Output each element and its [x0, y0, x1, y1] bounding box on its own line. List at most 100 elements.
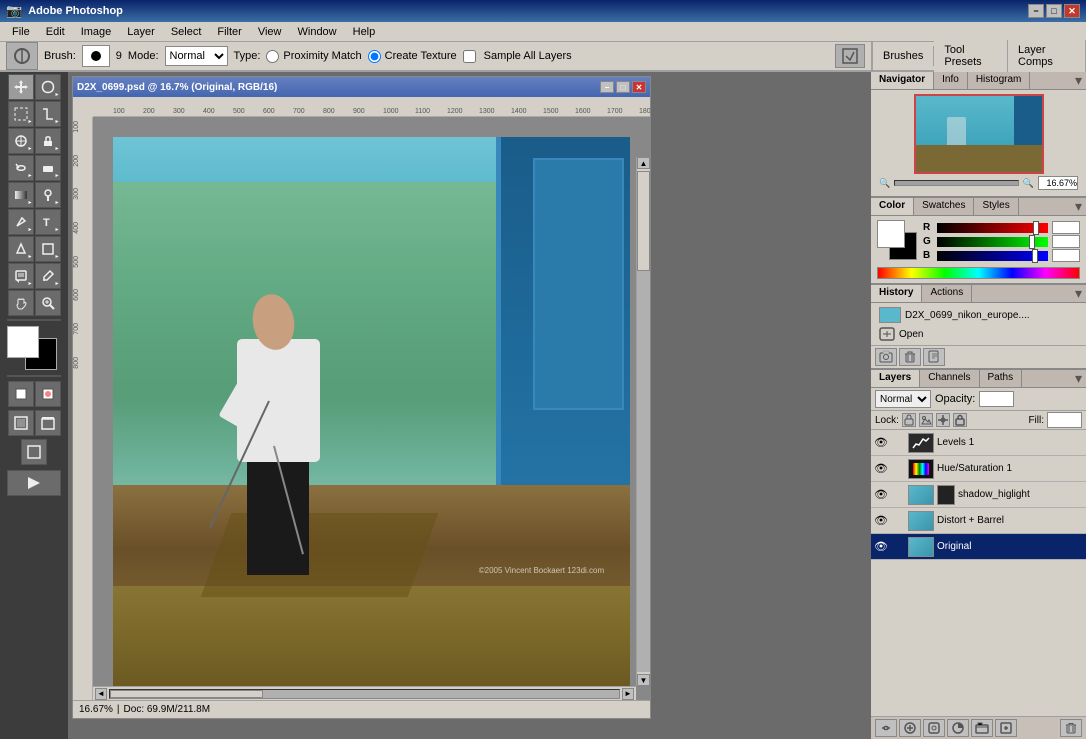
tool-hand[interactable] [8, 290, 34, 316]
layer-eye-shadow[interactable]: 👁 [874, 488, 888, 502]
fill-input[interactable]: 100% [1047, 412, 1082, 428]
lock-image-btn[interactable] [919, 413, 933, 427]
tab-actions[interactable]: Actions [922, 285, 972, 302]
lock-position-btn[interactable] [936, 413, 950, 427]
delete-layer-btn[interactable] [1060, 719, 1082, 737]
add-adjustment-btn[interactable] [947, 719, 969, 737]
blend-mode-select[interactable]: Normal Multiply Screen [875, 390, 931, 408]
scroll-right-btn[interactable]: ► [622, 688, 634, 700]
tool-crop[interactable]: ▸ [35, 101, 61, 127]
tab-paths[interactable]: Paths [980, 370, 1023, 387]
h-scroll-thumb[interactable] [110, 690, 263, 698]
tool-stamp[interactable]: ▸ [35, 128, 61, 154]
photo-canvas[interactable]: ©2005 Vincent Bockaert 123di.com [113, 137, 630, 698]
color-panel-menu[interactable]: ▾ [1019, 198, 1086, 215]
tool-pen[interactable]: ▸ [8, 209, 34, 235]
tab-navigator[interactable]: Navigator [871, 72, 934, 89]
menu-image[interactable]: Image [73, 24, 120, 40]
tab-color[interactable]: Color [871, 198, 914, 215]
layer-eye-original[interactable]: 👁 [874, 540, 888, 554]
tab-swatches[interactable]: Swatches [914, 198, 974, 215]
link-layers-btn[interactable] [875, 719, 897, 737]
new-group-btn[interactable] [971, 719, 993, 737]
doc-minimize-btn[interactable]: − [600, 81, 614, 93]
g-value[interactable]: 226 [1052, 235, 1080, 248]
full-screen-btn[interactable] [21, 439, 47, 465]
menu-edit[interactable]: Edit [38, 24, 73, 40]
quick-mask-btn[interactable] [835, 44, 865, 68]
layer-eye-levels[interactable]: 👁 [874, 436, 888, 450]
menu-view[interactable]: View [250, 24, 290, 40]
zoom-value-input[interactable] [1038, 176, 1078, 190]
layer-original[interactable]: 👁 Original [871, 534, 1086, 560]
zoom-out-icon[interactable]: 🔍 [879, 178, 890, 189]
tool-path-select[interactable]: ▸ [8, 236, 34, 262]
menu-window[interactable]: Window [290, 24, 345, 40]
layer-hue-saturation[interactable]: 👁 Hue/Saturation 1 [871, 456, 1086, 482]
tool-lasso[interactable]: ▸ [35, 74, 61, 100]
zoom-slider[interactable] [894, 180, 1019, 186]
history-item-1[interactable]: D2X_0699_nikon_europe.... [875, 305, 1082, 325]
maximize-button[interactable]: □ [1046, 4, 1062, 18]
tool-move[interactable] [8, 74, 34, 100]
tab-styles[interactable]: Styles [974, 198, 1018, 215]
lock-all-btn[interactable] [953, 413, 967, 427]
close-button[interactable]: ✕ [1064, 4, 1080, 18]
history-item-2[interactable]: Open [875, 325, 1082, 343]
full-screen-menu-btn[interactable] [35, 410, 61, 436]
scroll-up-btn[interactable]: ▲ [637, 157, 650, 169]
tool-shape[interactable]: ▸ [35, 236, 61, 262]
r-value[interactable]: 233 [1052, 221, 1080, 234]
horizontal-scrollbar[interactable]: ◄ ► [93, 686, 636, 700]
tool-text[interactable]: T ▸ [35, 209, 61, 235]
tool-healing-brush[interactable]: ▸ [8, 128, 34, 154]
color-swatch-display[interactable] [877, 220, 917, 260]
tab-info[interactable]: Info [934, 72, 968, 89]
tab-histogram[interactable]: Histogram [968, 72, 1031, 89]
tab-tool-presets[interactable]: Tool Presets [934, 40, 1008, 72]
tab-channels[interactable]: Channels [920, 370, 979, 387]
b-slider[interactable] [937, 251, 1048, 261]
menu-help[interactable]: Help [345, 24, 384, 40]
layers-panel-menu[interactable]: ▾ [1022, 370, 1086, 387]
tool-eraser[interactable]: ▸ [35, 155, 61, 181]
layer-eye-hue[interactable]: 👁 [874, 462, 888, 476]
foreground-color[interactable] [7, 326, 39, 358]
history-panel-menu[interactable]: ▾ [972, 285, 1086, 302]
b-value[interactable]: 232 [1052, 249, 1080, 262]
menu-file[interactable]: File [4, 24, 38, 40]
brush-preview[interactable] [82, 45, 110, 67]
g-slider[interactable] [937, 237, 1048, 247]
panel-menu-btn[interactable]: ▾ [1030, 72, 1086, 89]
quick-mask-mode-btn[interactable] [35, 381, 61, 407]
vertical-scrollbar[interactable]: ▲ ▼ [636, 157, 650, 686]
v-scroll-thumb[interactable] [637, 171, 650, 271]
r-slider[interactable] [937, 223, 1048, 233]
scroll-down-btn[interactable]: ▼ [637, 674, 650, 686]
new-snapshot-btn[interactable] [875, 348, 897, 366]
opacity-input[interactable]: 100% [979, 391, 1014, 407]
menu-select[interactable]: Select [163, 24, 210, 40]
doc-close-btn[interactable]: ✕ [632, 81, 646, 93]
tab-layer-comps[interactable]: Layer Comps [1008, 40, 1086, 72]
doc-restore-btn[interactable]: □ [616, 81, 630, 93]
tool-zoom[interactable] [35, 290, 61, 316]
minimize-button[interactable]: − [1028, 4, 1044, 18]
tab-history[interactable]: History [871, 285, 922, 302]
add-mask-btn[interactable] [923, 719, 945, 737]
tool-magic-wand[interactable]: ▸ [8, 101, 34, 127]
tool-notes[interactable]: ▸ [8, 263, 34, 289]
jump-to-imageready[interactable] [7, 470, 61, 496]
scroll-left-btn[interactable]: ◄ [95, 688, 107, 700]
new-document-btn[interactable] [923, 348, 945, 366]
layer-levels-1[interactable]: 👁 Levels 1 [871, 430, 1086, 456]
tool-history-brush[interactable]: ▸ [8, 155, 34, 181]
normal-screen-btn[interactable] [8, 410, 34, 436]
layer-eye-distort[interactable]: 👁 [874, 514, 888, 528]
layer-distort[interactable]: 👁 Distort + Barrel [871, 508, 1086, 534]
color-spectrum[interactable] [877, 267, 1080, 279]
tool-dodge[interactable]: ▸ [35, 182, 61, 208]
add-style-btn[interactable] [899, 719, 921, 737]
tab-layers[interactable]: Layers [871, 370, 920, 387]
mode-select[interactable]: Normal Replace Multiply [165, 46, 228, 66]
